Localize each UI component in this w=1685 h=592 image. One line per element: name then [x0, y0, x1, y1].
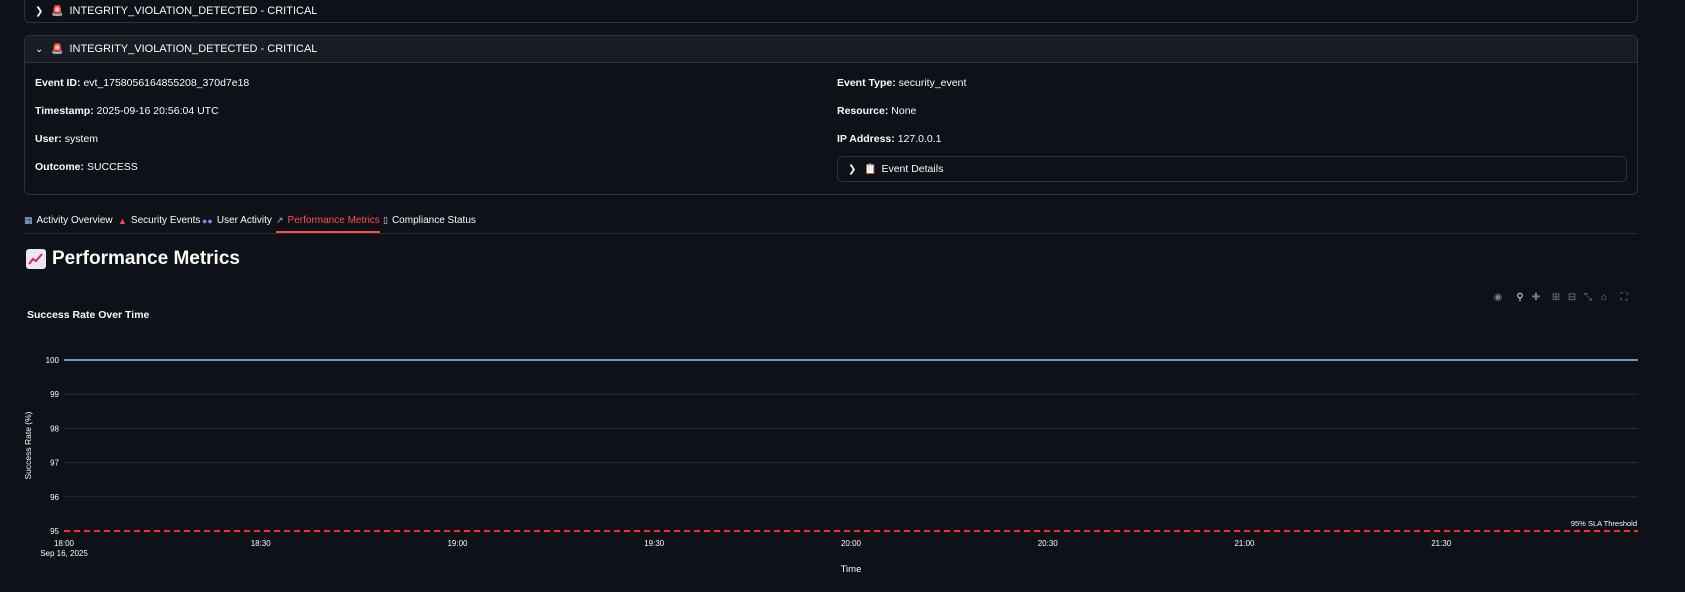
tab-bar: ▦ Activity Overview ▲ Security Events ●●… [24, 209, 1638, 234]
tab-activity-overview[interactable]: ▦ Activity Overview [24, 209, 113, 232]
ip-value: 127.0.0.1 [897, 133, 942, 145]
resource-value: None [891, 105, 917, 117]
x-tick-label: 20:00 [841, 539, 862, 548]
event-expander-collapsed[interactable]: ❯ 🚨 INTEGRITY_VIOLATION_DETECTED - CRITI… [24, 0, 1638, 23]
trend-chart-icon: ↗ [276, 214, 284, 225]
tab-compliance-status[interactable]: ▯ Compliance Status [383, 209, 476, 232]
ip-label: IP Address: [837, 133, 895, 145]
success-rate-chart: 95 96 97 98 99 100 18:00 18:30 19:00 19:30 20:00 20… [23, 356, 1638, 575]
resource-label: Resource: [837, 105, 889, 117]
chart-title: Success Rate Over Time [27, 309, 150, 321]
y-tick-label: 96 [50, 493, 59, 502]
tab-label: Compliance Status [391, 215, 476, 226]
event-type-row: Event Type: security_event [837, 77, 966, 89]
ip-row: IP Address: 127.0.0.1 [837, 133, 942, 145]
fullscreen-icon[interactable]: ⛶ [1616, 291, 1632, 305]
user-label: User: [35, 133, 62, 145]
event-details-expander[interactable]: ❯ 📋 Event Details [837, 156, 1627, 182]
event-expander-header[interactable]: ⌄ 🚨 INTEGRITY_VIOLATION_DETECTED - CRITI… [25, 36, 1637, 63]
clipboard-icon: 📋 [864, 163, 877, 175]
event-id-row: Event ID: evt_1758056164855208_370d7e18 [35, 77, 249, 89]
x-tick-label: 19:00 [447, 539, 468, 548]
pan-icon[interactable]: ✚ [1528, 291, 1544, 305]
chevron-right-icon: ❯ [848, 163, 857, 175]
event-expander-header[interactable]: ❯ 🚨 INTEGRITY_VIOLATION_DETECTED - CRITI… [25, 0, 1637, 24]
users-icon: ●● [202, 215, 213, 226]
tab-label: Performance Metrics [287, 214, 380, 226]
y-axis-label: Success Rate (%) [23, 411, 33, 479]
x-axis-label: Time [841, 564, 862, 575]
x-tick-sublabel: Sep 16, 2025 [40, 549, 88, 558]
outcome-value: SUCCESS [86, 161, 138, 173]
sla-threshold-label: 95% SLA Threshold [1571, 519, 1637, 528]
zoom-in-icon[interactable]: ⊞ [1548, 291, 1564, 305]
y-tick-label: 98 [50, 424, 59, 433]
timestamp-row: Timestamp: 2025-09-16 20:56:04 UTC [35, 105, 219, 117]
tab-label: Security Events [130, 215, 201, 226]
x-tick-label: 20:30 [1038, 539, 1059, 548]
trend-chart-icon [26, 249, 46, 269]
page-title: Performance Metrics [26, 248, 240, 270]
chart-modebar: ◉ ⚲ ✚ ⊞ ⊟ ⤡ ⌂ ⛶ [1490, 291, 1632, 305]
x-tick-label: 21:30 [1431, 539, 1452, 548]
zoom-icon[interactable]: ⚲ [1512, 291, 1528, 305]
resource-row: Resource: None [837, 105, 916, 117]
y-tick-label: 97 [50, 459, 59, 468]
camera-icon[interactable]: ◉ [1490, 291, 1506, 305]
home-icon[interactable]: ⌂ [1596, 291, 1612, 305]
timestamp-value: 2025-09-16 20:56:04 UTC [96, 105, 219, 117]
x-tick-label: 18:00 [54, 539, 75, 548]
event-expander-expanded: ⌄ 🚨 INTEGRITY_VIOLATION_DETECTED - CRITI… [24, 35, 1638, 195]
event-title: INTEGRITY_VIOLATION_DETECTED - CRITICAL [69, 5, 318, 17]
event-type-value: security_event [898, 77, 967, 89]
tab-performance-metrics[interactable]: ↗ Performance Metrics [276, 209, 380, 233]
x-tick-label: 19:30 [644, 539, 665, 548]
alarm-icon: ▲ [118, 215, 127, 226]
event-type-label: Event Type: [837, 77, 896, 89]
zoom-out-icon[interactable]: ⊟ [1564, 291, 1580, 305]
y-tick-label: 95 [50, 527, 59, 536]
alarm-icon: 🚨 [51, 43, 64, 55]
event-title: INTEGRITY_VIOLATION_DETECTED - CRITICAL [69, 43, 318, 55]
alarm-icon: 🚨 [51, 5, 64, 17]
event-id-label: Event ID: [35, 77, 81, 89]
timestamp-label: Timestamp: [35, 105, 94, 117]
tab-label: User Activity [216, 215, 272, 226]
outcome-label: Outcome: [35, 161, 85, 173]
chevron-down-icon: ⌄ [35, 43, 44, 55]
y-tick-label: 99 [50, 390, 59, 399]
user-row: User: system [35, 133, 98, 145]
bar-chart-icon: ▦ [24, 215, 33, 225]
y-tick-label: 100 [46, 356, 60, 365]
tab-security-events[interactable]: ▲ Security Events [118, 209, 200, 232]
clipboard-icon: ▯ [383, 215, 388, 225]
tab-label: Activity Overview [36, 215, 113, 226]
x-tick-label: 18:30 [251, 539, 272, 548]
chevron-right-icon: ❯ [35, 5, 44, 17]
tab-user-activity[interactable]: ●● User Activity [202, 209, 272, 232]
user-value: system [64, 133, 99, 145]
event-details-label: Event Details [881, 163, 944, 175]
event-id-value: evt_1758056164855208_370d7e18 [83, 77, 250, 89]
autoscale-icon[interactable]: ⤡ [1580, 291, 1596, 305]
x-tick-label: 21:00 [1234, 539, 1255, 548]
outcome-row: Outcome: SUCCESS [35, 161, 138, 173]
page-title-text: Performance Metrics [52, 248, 240, 269]
